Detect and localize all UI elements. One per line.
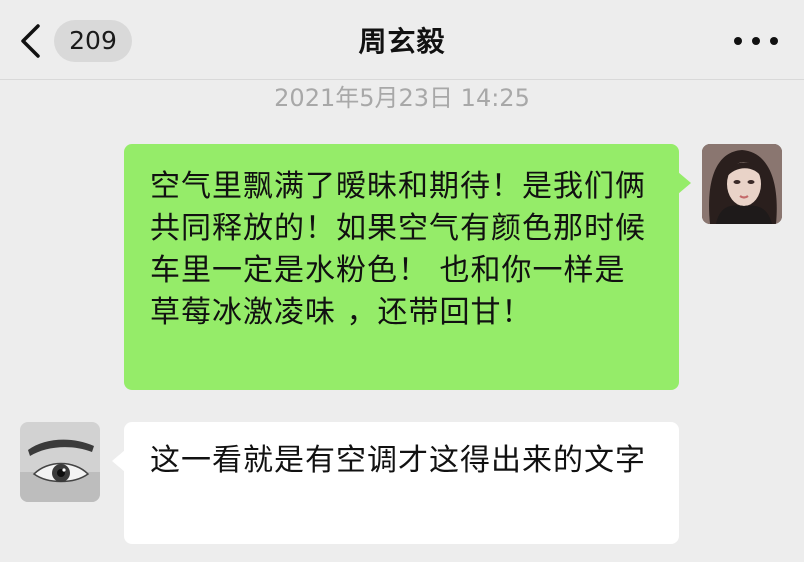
avatar-woman-photo — [702, 144, 782, 224]
message-bubble-sent[interactable]: 空气里飘满了暧昧和期待！是我们俩共同释放的！如果空气有颜色那时候车里一定是水粉色… — [124, 144, 691, 390]
message-bubble-received[interactable]: 这一看就是有空调才这得出来的文字 — [112, 422, 679, 544]
more-options-button[interactable] — [734, 26, 778, 56]
message-timestamp: 2021年5月23日 14:25 — [274, 84, 530, 112]
more-dots-icon — [734, 37, 742, 45]
more-dots-icon — [752, 37, 760, 45]
chat-title: 周玄毅 — [358, 25, 446, 58]
avatar-eye-photo — [20, 422, 100, 502]
avatar-receiver[interactable] — [20, 422, 100, 502]
chat-header: 209 周玄毅 — [0, 0, 804, 80]
avatar-sender[interactable] — [702, 144, 782, 224]
more-dots-icon — [770, 37, 778, 45]
